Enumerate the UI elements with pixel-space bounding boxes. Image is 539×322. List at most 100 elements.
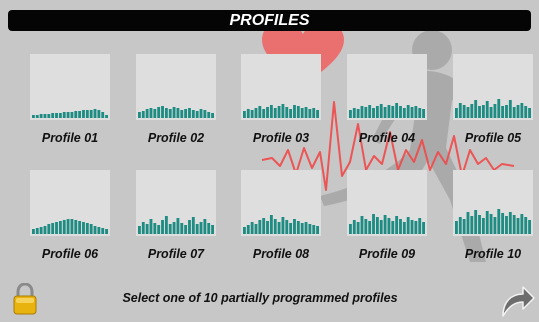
profile-bar bbox=[203, 219, 207, 234]
profile-bar bbox=[243, 227, 246, 234]
profile-bar bbox=[250, 222, 254, 234]
profile-button[interactable]: Profile 01 bbox=[30, 54, 110, 152]
profile-button[interactable]: Profile 08 bbox=[241, 170, 321, 268]
profile-button[interactable]: Profile 06 bbox=[30, 170, 110, 268]
profile-button[interactable]: Profile 07 bbox=[136, 170, 216, 268]
profile-bar bbox=[372, 108, 375, 118]
profile-bar bbox=[379, 104, 383, 118]
profile-bar bbox=[207, 223, 211, 234]
profile-thumbnail bbox=[30, 170, 110, 236]
back-arrow-icon[interactable] bbox=[499, 284, 535, 318]
profile-bar bbox=[78, 221, 82, 234]
profile-bar bbox=[269, 215, 273, 234]
profile-button[interactable]: Profile 09 bbox=[347, 170, 427, 268]
profile-button[interactable]: Profile 10 bbox=[453, 170, 533, 268]
profile-bar bbox=[105, 115, 108, 118]
profile-bar bbox=[191, 110, 195, 118]
profile-bar bbox=[406, 105, 410, 118]
profile-bar bbox=[422, 109, 425, 118]
profile-bar bbox=[172, 107, 176, 118]
profile-bar bbox=[512, 107, 516, 118]
profile-bar bbox=[470, 104, 474, 118]
profile-bar bbox=[207, 112, 211, 118]
profile-label: Profile 02 bbox=[147, 131, 205, 145]
profile-bar bbox=[62, 112, 66, 118]
profile-bar bbox=[508, 212, 512, 234]
profile-bar bbox=[254, 108, 258, 118]
profile-bar bbox=[157, 225, 161, 234]
profile-bar bbox=[164, 216, 168, 234]
profile-bar bbox=[211, 113, 214, 118]
profile-bar bbox=[466, 107, 470, 118]
profile-bar bbox=[74, 220, 78, 234]
profile-label: Profile 03 bbox=[252, 131, 310, 145]
profile-bar bbox=[300, 223, 304, 234]
profile-bar bbox=[246, 109, 250, 118]
profile-bar bbox=[141, 111, 145, 118]
profile-bar bbox=[203, 110, 207, 118]
profile-bar bbox=[312, 225, 316, 234]
profile-bar bbox=[277, 222, 281, 234]
profile-button[interactable]: Profile 03 bbox=[241, 54, 321, 152]
profile-thumbnail bbox=[241, 170, 321, 236]
profile-bar bbox=[191, 217, 195, 234]
profile-thumbnail bbox=[136, 54, 216, 120]
profile-button[interactable]: Profile 04 bbox=[347, 54, 427, 152]
profile-bar bbox=[188, 108, 191, 118]
profile-bar bbox=[528, 108, 531, 118]
profile-bar bbox=[508, 100, 512, 118]
profile-bar bbox=[43, 114, 47, 118]
profile-button[interactable]: Profile 02 bbox=[136, 54, 216, 152]
profile-bar bbox=[375, 106, 379, 118]
background-decoration bbox=[261, 21, 515, 262]
profile-bar bbox=[195, 224, 199, 234]
profile-bar bbox=[82, 110, 85, 118]
profile-bar bbox=[308, 109, 312, 118]
profile-bar bbox=[485, 101, 489, 118]
profile-bar bbox=[153, 223, 157, 234]
profile-bar bbox=[176, 108, 180, 118]
profile-bar bbox=[402, 108, 406, 118]
profile-bar bbox=[273, 219, 277, 234]
profile-bar bbox=[262, 109, 266, 118]
profile-bar bbox=[51, 113, 55, 118]
profile-bar bbox=[524, 106, 528, 118]
profile-bar bbox=[89, 224, 93, 234]
profile-bar bbox=[501, 106, 505, 118]
profile-bar bbox=[39, 114, 43, 118]
profile-bar bbox=[300, 108, 304, 118]
padlock-icon[interactable] bbox=[12, 283, 38, 315]
profile-bar bbox=[296, 106, 300, 118]
profile-bar bbox=[58, 221, 62, 234]
profile-bar bbox=[520, 103, 524, 118]
profile-bar bbox=[379, 220, 383, 234]
profile-bar bbox=[364, 219, 368, 234]
profile-bar bbox=[157, 107, 161, 118]
profile-bar bbox=[399, 219, 402, 234]
profile-bar bbox=[493, 104, 497, 118]
profile-bar bbox=[273, 108, 277, 118]
profile-bar bbox=[285, 107, 289, 118]
profile-label: Profile 09 bbox=[358, 247, 416, 261]
profile-bar bbox=[293, 105, 296, 118]
profile-bar bbox=[153, 109, 157, 118]
profile-bar bbox=[493, 217, 497, 234]
profile-bar bbox=[505, 105, 508, 118]
profile-bar bbox=[258, 106, 262, 118]
profile-label: Profile 01 bbox=[41, 131, 99, 145]
profile-bar bbox=[360, 216, 364, 234]
profile-bar bbox=[70, 112, 74, 118]
profile-bar bbox=[78, 111, 82, 118]
profile-button[interactable]: Profile 05 bbox=[453, 54, 533, 152]
profile-bar bbox=[47, 114, 51, 118]
profile-bar bbox=[51, 223, 55, 234]
profile-bar bbox=[289, 223, 293, 234]
profile-bar bbox=[74, 111, 78, 118]
profile-bar bbox=[168, 224, 172, 234]
profile-bar bbox=[66, 219, 70, 234]
profile-bar bbox=[455, 108, 458, 118]
profile-bar bbox=[55, 113, 58, 118]
profile-bar bbox=[164, 108, 168, 118]
profile-bar bbox=[62, 220, 66, 234]
profile-bar bbox=[402, 222, 406, 234]
